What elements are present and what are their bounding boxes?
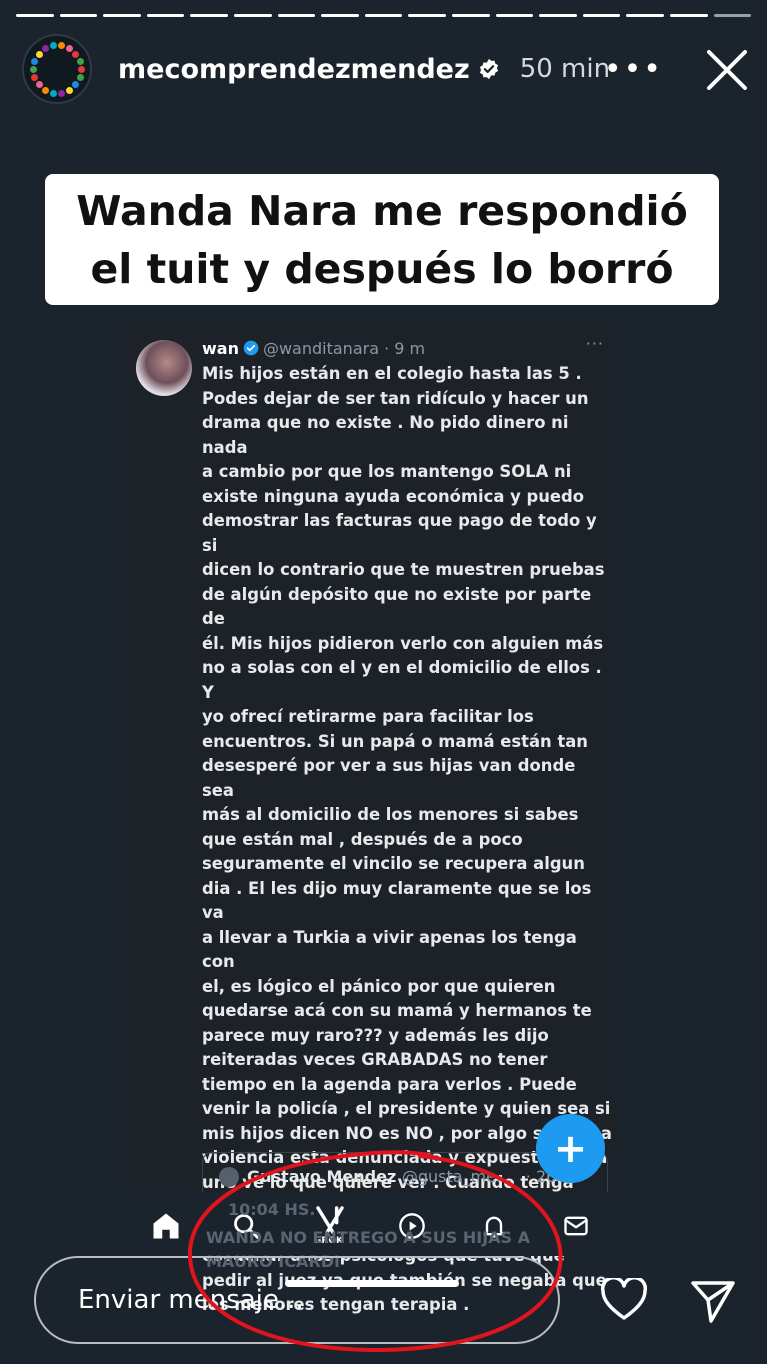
message-input[interactable]: Enviar mensaje...: [34, 1256, 560, 1344]
quoted-handle: @gusta_me...: [401, 1167, 512, 1186]
story-text-sticker: Wanda Nara me respondió el tuit y despué…: [45, 174, 719, 305]
progress-segment: [59, 14, 98, 17]
progress-segment: [539, 14, 577, 17]
progress-segment: [626, 14, 664, 17]
gesture-bar: [285, 1280, 459, 1287]
avatar-dot: [78, 66, 85, 73]
tweet-avatar: [136, 340, 192, 396]
quoted-text-line-2: WANDA NO ENTREGO A SUS HIJAS A: [206, 1228, 531, 1247]
progress-segment: [103, 14, 141, 17]
progress-segment: [190, 14, 228, 17]
avatar-dot: [31, 57, 39, 65]
avatar-dot: [35, 81, 43, 89]
tweet-header: wan @wanditanara · 9 m: [202, 339, 425, 358]
home-icon: [146, 1206, 186, 1246]
avatar-dot: [76, 74, 84, 82]
tweet-author-name: wan: [202, 339, 239, 358]
progress-segment: [713, 14, 752, 17]
avatar-dot: [35, 50, 43, 58]
avatar-dot: [66, 86, 73, 94]
story-username[interactable]: mecomprendezmendez: [118, 54, 470, 85]
title-line-1: Wanda Nara me respondió: [76, 186, 688, 235]
send-icon[interactable]: [690, 1278, 736, 1324]
story-time: 50 min: [519, 54, 611, 84]
avatar-dot: [42, 86, 49, 94]
tweet-handle: @wanditanara · 9 m: [262, 339, 426, 358]
close-icon[interactable]: [705, 48, 749, 92]
avatar-dot: [72, 81, 80, 89]
progress-segment: [146, 14, 185, 17]
verified-badge-icon: [479, 58, 498, 80]
story-header: mecomprendezmendez 50 min •••: [22, 34, 749, 104]
avatar-dot: [49, 89, 57, 97]
tweet-more-icon: ···: [585, 334, 604, 353]
quoted-avatar: [219, 1167, 239, 1187]
quoted-header: Gustavo Mendez @gusta_me...: [247, 1167, 511, 1186]
avatar-dot: [30, 66, 37, 73]
progress-segment: [582, 14, 621, 17]
title-line-2: el tuit y después lo borró: [90, 244, 674, 293]
avatar[interactable]: [22, 34, 92, 104]
progress-segment: [669, 14, 708, 17]
more-options-icon[interactable]: •••: [604, 52, 663, 87]
progress-segment: [364, 14, 403, 17]
tweet-screenshot: wan @wanditanara · 9 m ··· Mis hijos está…: [124, 322, 618, 1314]
quoted-text-line-1: 10:04 HS.: [228, 1200, 316, 1219]
progress-segment: [16, 14, 54, 17]
progress-segment: [321, 14, 359, 17]
progress-segment: [233, 14, 272, 17]
avatar-dot: [72, 50, 80, 58]
progress-segment: [451, 14, 490, 17]
progress-segment: [495, 14, 534, 17]
avatar-dot: [49, 42, 57, 50]
quoted-author-name: Gustavo Mendez: [247, 1167, 397, 1186]
avatar-dot: [31, 74, 39, 82]
avatar-dot: [58, 42, 66, 50]
story-progress-bar: [16, 14, 752, 19]
avatar-dot: [42, 45, 49, 53]
like-heart-icon[interactable]: [600, 1278, 648, 1322]
avatar-dot: [58, 89, 66, 97]
verified-badge-icon: [243, 340, 259, 356]
avatar-dot: [76, 57, 84, 65]
progress-segment: [277, 14, 316, 17]
compose-fab-button: +: [536, 1114, 605, 1183]
progress-segment: [408, 14, 446, 17]
